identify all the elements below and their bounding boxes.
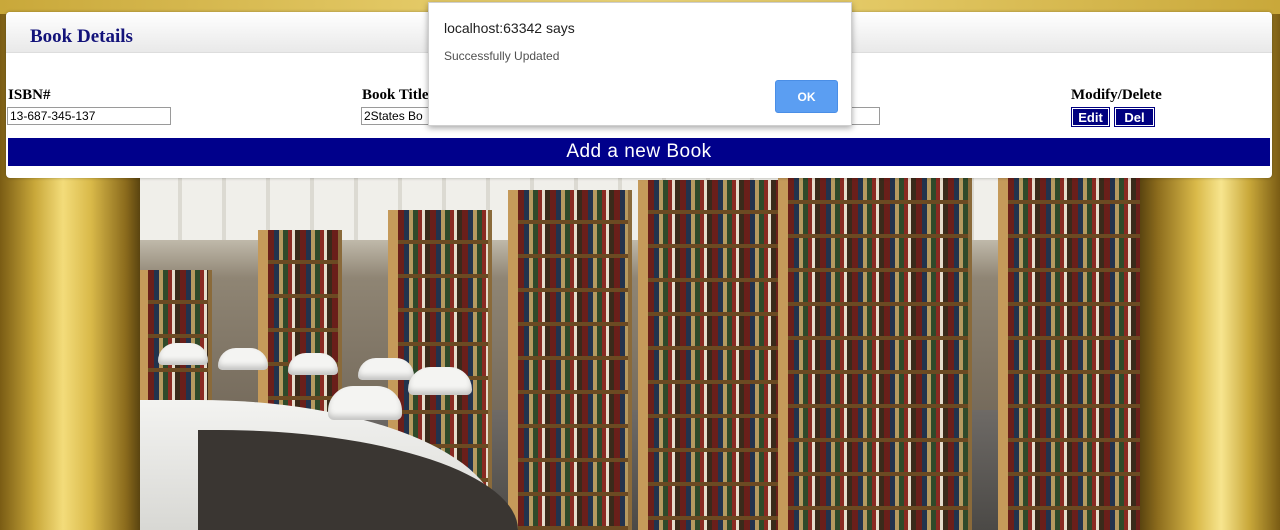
- edit-button[interactable]: Edit: [1071, 107, 1110, 127]
- title-column-label: Book Title: [362, 87, 429, 103]
- add-new-book-button[interactable]: Add a new Book: [8, 138, 1270, 166]
- isbn-column-label: ISBN#: [8, 87, 51, 103]
- isbn-field[interactable]: 13-687-345-137: [7, 107, 171, 125]
- panel-title: Book Details: [30, 26, 133, 47]
- ok-button[interactable]: OK: [775, 80, 838, 113]
- delete-button[interactable]: Del: [1114, 107, 1155, 127]
- dialog-message: Successfully Updated: [444, 49, 560, 63]
- modify-column-label: Modify/Delete: [1071, 87, 1162, 103]
- library-photo: [138, 170, 1142, 530]
- dialog-title: localhost:63342 says: [444, 20, 575, 36]
- alert-dialog: localhost:63342 says Successfully Update…: [428, 2, 852, 126]
